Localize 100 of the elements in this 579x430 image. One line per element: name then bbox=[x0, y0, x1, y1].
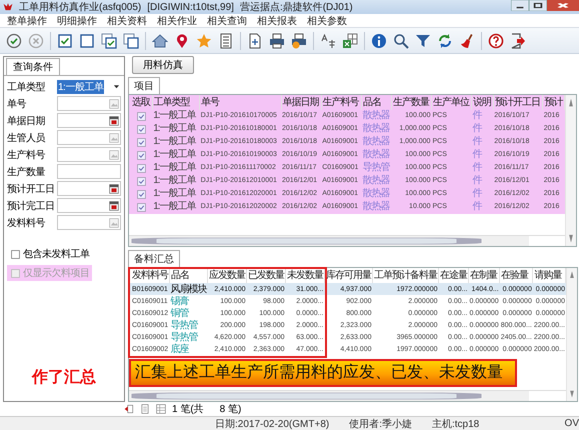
checkbox[interactable] bbox=[137, 112, 146, 121]
status-text: 主机:tcp18 bbox=[432, 418, 480, 430]
menu-item[interactable]: 明细操作 bbox=[52, 14, 102, 28]
checkbox[interactable] bbox=[137, 150, 146, 160]
item-name-link[interactable]: 底座 bbox=[170, 344, 188, 355]
checkbox[interactable] bbox=[137, 164, 146, 173]
info-icon[interactable] bbox=[371, 32, 387, 48]
column-header[interactable]: 生产单位 bbox=[431, 95, 472, 110]
grid-icon[interactable] bbox=[156, 404, 166, 414]
printer-icon[interactable] bbox=[269, 32, 285, 48]
menu-item[interactable]: 整单操作 bbox=[2, 14, 52, 28]
broom-icon[interactable] bbox=[459, 32, 475, 48]
item-name-link[interactable]: 风扇模块 bbox=[170, 284, 206, 295]
input-field[interactable] bbox=[57, 215, 121, 230]
refresh-icon[interactable] bbox=[437, 32, 453, 48]
checked-box-icon[interactable] bbox=[57, 32, 73, 48]
field-label: 工单类型 bbox=[7, 80, 46, 94]
new-document-icon[interactable] bbox=[247, 32, 263, 48]
horizontal-scrollbar[interactable] bbox=[129, 236, 529, 246]
app-icon bbox=[3, 2, 13, 12]
dropdown-caret-icon[interactable] bbox=[113, 83, 120, 90]
dropdown-field[interactable]: 1:一般工单 bbox=[57, 80, 121, 93]
checkbox[interactable] bbox=[137, 176, 146, 186]
check-circle-icon[interactable] bbox=[6, 32, 22, 48]
calendar-icon[interactable] bbox=[109, 116, 119, 126]
item-name-link[interactable]: 锡膏 bbox=[170, 296, 188, 307]
vertical-scrollbar[interactable] bbox=[565, 95, 576, 246]
table-cell: 1:一般工单 bbox=[153, 110, 196, 122]
field-label: 单号 bbox=[7, 98, 27, 110]
search-icon[interactable] bbox=[393, 32, 409, 48]
filter-icon[interactable] bbox=[415, 32, 431, 48]
item-name-link[interactable]: 导热管 bbox=[170, 332, 198, 343]
item-name-link[interactable]: 铜管 bbox=[170, 308, 188, 319]
horizontal-scrollbar[interactable] bbox=[129, 391, 529, 401]
column-header[interactable]: 说明 bbox=[472, 95, 494, 110]
stacked-boxes-icon[interactable] bbox=[123, 32, 139, 48]
menu-item[interactable]: 相关参数 bbox=[302, 14, 352, 28]
field-label: 发料料号 bbox=[7, 216, 46, 230]
stacked-checked-boxes-icon[interactable] bbox=[101, 32, 117, 48]
date-field[interactable] bbox=[57, 181, 121, 196]
field-value: 1:一般工单 bbox=[57, 80, 104, 94]
field-label: 预计完工日 bbox=[7, 200, 56, 212]
column-header[interactable]: 预计 bbox=[542, 95, 564, 110]
home-icon[interactable] bbox=[152, 32, 168, 48]
input-field[interactable] bbox=[57, 130, 121, 145]
site-label: 营运据点:鼎捷软件(DJ01) bbox=[240, 0, 353, 14]
date-field[interactable] bbox=[57, 198, 121, 213]
list-icon[interactable] bbox=[218, 32, 234, 48]
menu-item[interactable]: 相关资料 bbox=[102, 14, 152, 28]
input-field[interactable] bbox=[57, 147, 121, 162]
menu-item[interactable]: 相关报表 bbox=[252, 14, 302, 28]
column-header[interactable]: 单据日期 bbox=[281, 95, 322, 110]
help-icon[interactable] bbox=[488, 32, 504, 48]
item-name-link[interactable]: 导热管 bbox=[170, 320, 198, 331]
page-total: 8 笔) bbox=[220, 403, 242, 416]
panel-tab[interactable]: 查询条件 bbox=[6, 58, 60, 75]
column-header[interactable]: 单号 bbox=[200, 95, 282, 110]
column-header[interactable]: 工单类型 bbox=[152, 95, 200, 110]
simulate-button[interactable]: 用料仿真 bbox=[132, 56, 194, 74]
panel-tab[interactable]: 备料汇总 bbox=[128, 250, 180, 268]
calendar-icon[interactable] bbox=[109, 200, 119, 210]
page-icon[interactable] bbox=[140, 404, 150, 414]
translate-icon[interactable] bbox=[320, 32, 336, 48]
calendar-icon[interactable] bbox=[109, 184, 119, 194]
maximize-button[interactable] bbox=[529, 0, 547, 11]
page-status: 1 笔(共 bbox=[172, 402, 204, 416]
checkbox[interactable] bbox=[137, 138, 146, 147]
column-header[interactable]: 品名 bbox=[361, 95, 392, 110]
table-cell: 1:一般工单 bbox=[153, 201, 196, 212]
empty-box-icon[interactable] bbox=[79, 32, 95, 48]
exit-icon[interactable] bbox=[510, 32, 526, 48]
star-icon[interactable] bbox=[196, 32, 212, 48]
panel-tab[interactable]: 项目 bbox=[128, 77, 160, 94]
checkbox[interactable] bbox=[137, 190, 146, 199]
spreadsheet-icon[interactable] bbox=[342, 32, 358, 48]
input-field[interactable] bbox=[57, 164, 121, 179]
input-field[interactable] bbox=[57, 96, 121, 111]
minimize-button[interactable] bbox=[511, 0, 529, 11]
menu-item[interactable]: 相关查询 bbox=[202, 14, 252, 28]
checkbox[interactable] bbox=[137, 124, 146, 134]
column-header[interactable]: 生产料号 bbox=[321, 95, 362, 110]
field-label: 预计开工日 bbox=[7, 182, 56, 196]
annotation-note: 作了汇总 bbox=[32, 368, 96, 388]
column-header[interactable]: 选取 bbox=[129, 95, 152, 110]
menu-item[interactable]: 相关作业 bbox=[152, 14, 202, 28]
field-label: 单据日期 bbox=[7, 114, 46, 128]
date-field[interactable] bbox=[57, 113, 121, 128]
window-title: 工单用料仿真作业(asfq005) bbox=[19, 0, 142, 14]
table-cell: 1:一般工单 bbox=[153, 175, 196, 186]
close-button[interactable] bbox=[547, 0, 579, 11]
vertical-scrollbar[interactable] bbox=[566, 268, 578, 401]
table-cell: 1:一般工单 bbox=[153, 188, 196, 200]
map-pin-icon[interactable] bbox=[174, 32, 190, 48]
checkbox[interactable] bbox=[137, 202, 146, 212]
status-text: 使用者:季小婕 bbox=[349, 418, 412, 430]
checkbox[interactable] bbox=[11, 250, 20, 258]
column-header[interactable]: 生产数量 bbox=[391, 95, 432, 110]
column-header[interactable]: 预计开工日 bbox=[493, 95, 543, 110]
status-text: 日期:2017-02-20(GMT+8) bbox=[215, 418, 330, 430]
table-cell: 1:一般工单 bbox=[153, 123, 196, 134]
